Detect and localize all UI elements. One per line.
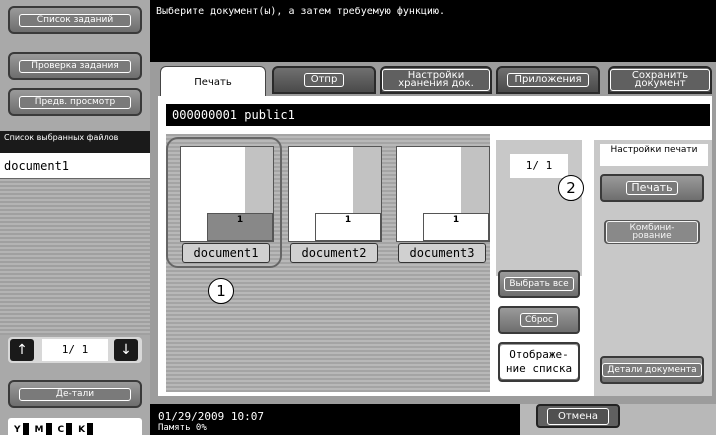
instruction-text: Выберите документ(ы), а затем требуемую … [156,6,445,17]
toner-k: K [78,423,94,435]
page-down-button[interactable]: ↓ [114,339,138,361]
check-job-label: Проверка задания [19,59,131,73]
save-document-button[interactable]: Сохранить документ [608,66,712,94]
list-view-label: Отображе-ние списка [500,345,578,379]
reset-label: Сброс [519,313,558,327]
document2-label[interactable]: document2 [290,243,378,263]
print-label: Печать [626,181,678,195]
status-bar: 01/29/2009 10:07 Память 0% [150,404,520,435]
cancel-button[interactable]: Отмена [536,404,620,428]
select-all-button[interactable]: Выбрать все [498,270,580,298]
sidebar-pager: ↑ 1/ 1 ↓ [8,337,142,363]
document2-count: 1 [315,213,381,241]
page-up-button[interactable]: ↑ [10,339,34,361]
print-button[interactable]: Печать [600,174,704,202]
tab-send-label: Отпр [303,73,345,87]
toner-m: M [35,423,52,435]
job-list-button[interactable]: Список заданий [8,6,142,34]
document3-count: 1 [423,213,489,241]
document-details-label: Детали документа [602,363,702,377]
selected-files-header: Список выбранных файлов [0,131,150,153]
reset-button[interactable]: Сброс [498,306,580,334]
tab-storage-settings[interactable]: Настройки хранения док. [380,66,492,94]
page-indicator: 1/ 1 [42,339,108,361]
combine-label: Комбини-рование [606,221,698,243]
document3-label[interactable]: document3 [398,243,486,263]
tab-send[interactable]: Отпр [272,66,376,94]
instruction-bar: Выберите документ(ы), а затем требуемую … [150,0,716,62]
document3-thumbnail[interactable]: 1 [396,146,490,242]
job-list-label: Список заданий [19,13,131,27]
document2-thumbnail[interactable]: 1 [288,146,382,242]
selection-highlight [166,137,282,268]
tab-apps[interactable]: Приложения [496,66,600,94]
status-datetime: 01/29/2009 10:07 [158,410,264,423]
select-all-label: Выбрать все [504,277,574,291]
callout-2: 2 [558,175,584,201]
details-button[interactable]: Де-тали [8,380,142,408]
toner-c: C [58,423,73,435]
document-counter: 1/ 1 [510,154,568,178]
preview-button[interactable]: Предв. просмотр [8,88,142,116]
selected-files-list [0,153,150,335]
check-job-button[interactable]: Проверка задания [8,52,142,80]
toner-y: Y [14,423,29,435]
print-settings-title: Настройки печати [600,144,708,166]
list-view-button[interactable]: Отображе-ние списка [498,342,580,382]
document-details-button[interactable]: Детали документа [600,356,704,384]
tab-print[interactable]: Печать [160,66,266,98]
callout-1: 1 [208,278,234,304]
box-path: 000000001 public1 [166,104,710,126]
selected-file-item[interactable]: document1 [0,153,150,179]
toner-indicator: Y M C K [8,418,142,435]
cancel-label: Отмена [546,407,610,425]
tab-apps-label: Приложения [507,73,589,87]
status-memory: Память 0% [158,423,207,433]
save-document-label: Сохранить документ [610,69,710,91]
preview-label: Предв. просмотр [19,95,131,109]
tab-storage-label: Настройки хранения док. [382,69,490,91]
details-label: Де-тали [19,387,131,401]
combine-button[interactable]: Комбини-рование [604,220,700,244]
